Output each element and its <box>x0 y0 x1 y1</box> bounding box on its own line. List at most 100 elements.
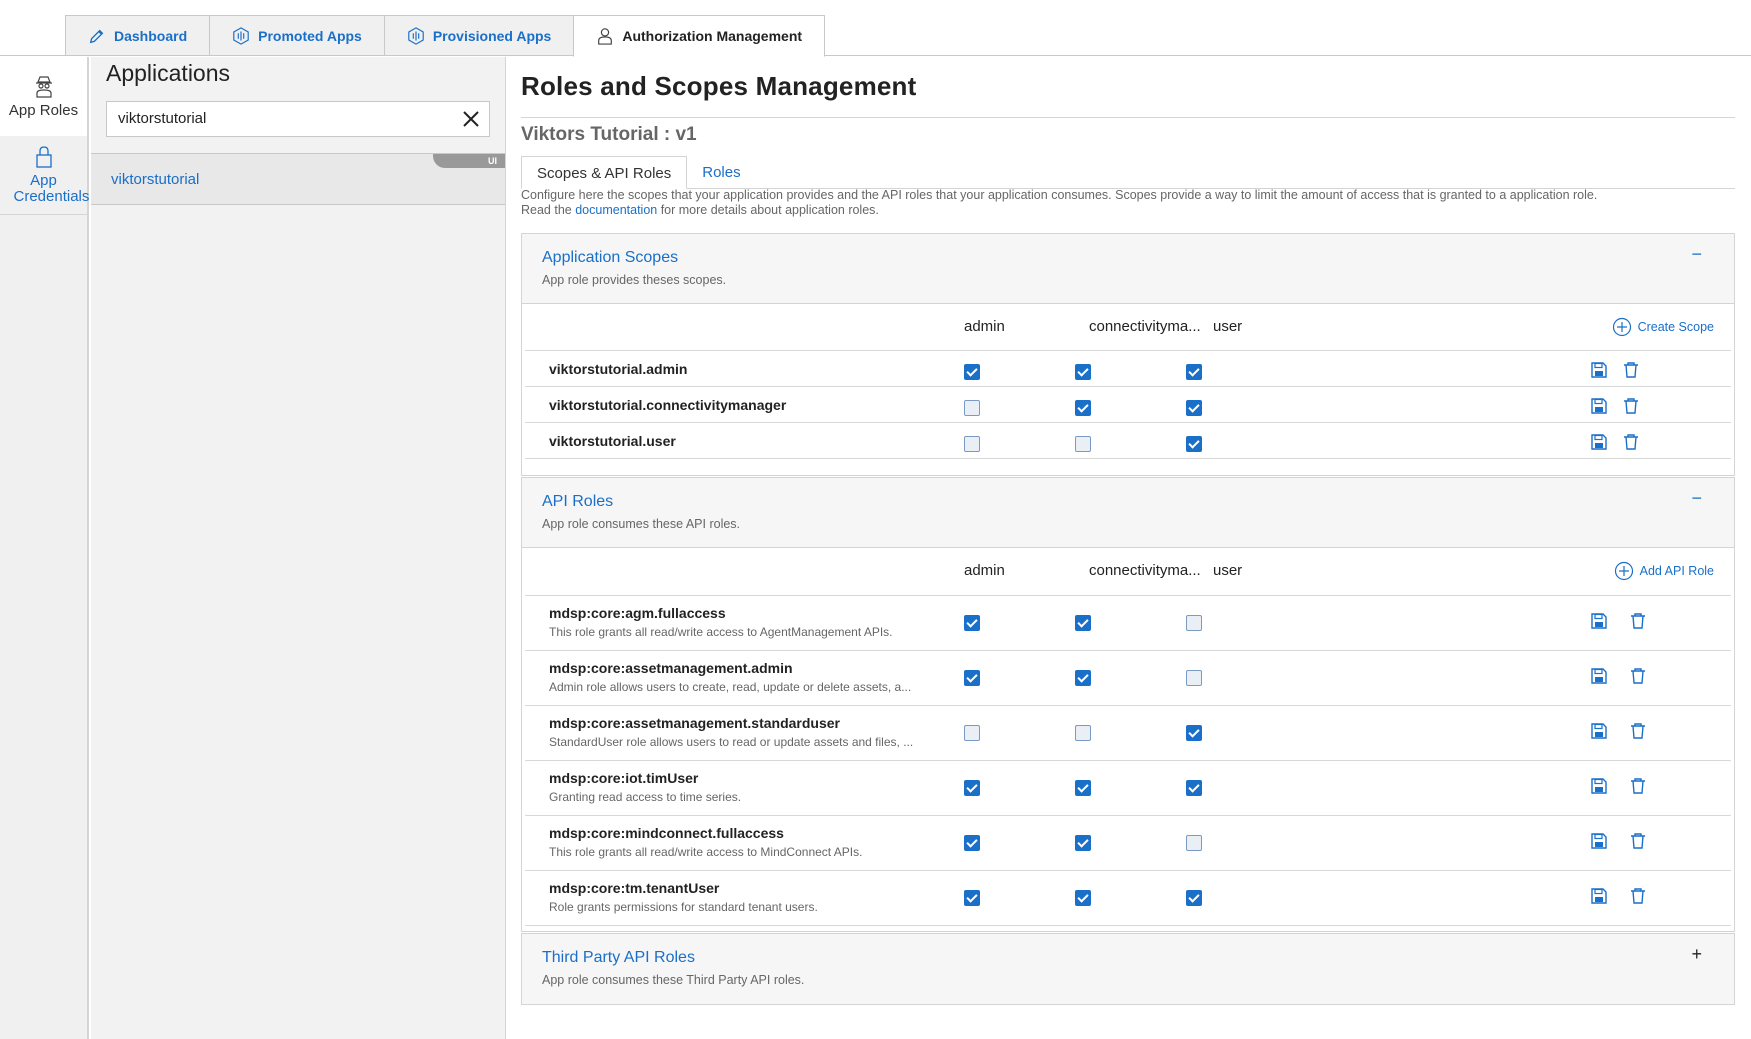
documentation-link[interactable]: documentation <box>575 203 657 217</box>
trash-icon[interactable] <box>1622 433 1640 451</box>
checkbox-admin[interactable] <box>964 400 980 416</box>
collapse-button[interactable]: − <box>1691 488 1702 509</box>
checkbox-user[interactable] <box>1186 725 1202 741</box>
save-icon[interactable] <box>1590 777 1608 795</box>
application-list-item[interactable]: UI viktorstutorial <box>91 153 505 205</box>
column-header-connectivitymanager: connectivityma... <box>1089 318 1201 335</box>
checkbox-user[interactable] <box>1186 780 1202 796</box>
intro-read: Read the <box>521 203 576 217</box>
nav-app-roles[interactable]: App Roles <box>0 57 87 136</box>
intro-text: Configure here the scopes that your appl… <box>521 188 1735 218</box>
trash-icon[interactable] <box>1629 777 1647 795</box>
checkbox-admin[interactable] <box>964 364 980 380</box>
trash-icon[interactable] <box>1622 361 1640 379</box>
save-icon[interactable] <box>1590 722 1608 740</box>
section-header: Third Party API Roles App role consumes … <box>522 934 1734 1004</box>
checkbox-user[interactable] <box>1186 835 1202 851</box>
save-icon[interactable] <box>1590 433 1608 451</box>
checkbox-connectivitymanager[interactable] <box>1075 400 1091 416</box>
save-icon[interactable] <box>1590 887 1608 905</box>
tab-promoted-apps[interactable]: Promoted Apps <box>209 15 384 56</box>
checkbox-user[interactable] <box>1186 615 1202 631</box>
role-name: viktorstutorial.admin <box>549 361 688 377</box>
close-icon[interactable] <box>461 109 481 129</box>
checkbox-admin[interactable] <box>964 725 980 741</box>
checkbox-connectivitymanager[interactable] <box>1075 890 1091 906</box>
tab-roles[interactable]: Roles <box>687 156 755 189</box>
checkbox-admin[interactable] <box>964 436 980 452</box>
trash-icon[interactable] <box>1629 832 1647 850</box>
search-value: viktorstutorial <box>118 110 207 127</box>
add-api-role-button[interactable]: Add API Role <box>1614 561 1714 581</box>
role-description: This role grants all read/write access t… <box>549 845 863 859</box>
checkbox-user[interactable] <box>1186 436 1202 452</box>
checkbox-admin[interactable] <box>964 615 980 631</box>
checkbox-user[interactable] <box>1186 400 1202 416</box>
checkbox-connectivitymanager[interactable] <box>1075 436 1091 452</box>
trash-icon[interactable] <box>1629 887 1647 905</box>
save-icon[interactable] <box>1590 832 1608 850</box>
spy-user-icon <box>35 75 52 98</box>
checkbox-admin[interactable] <box>964 890 980 906</box>
save-icon[interactable] <box>1590 612 1608 630</box>
column-header-admin: admin <box>964 562 1005 579</box>
intro-after: for more details about application roles… <box>657 203 879 217</box>
checkbox-connectivitymanager[interactable] <box>1075 835 1091 851</box>
nav-label: App Credentials <box>13 172 90 205</box>
tab-label: Dashboard <box>114 27 188 44</box>
checkbox-connectivitymanager[interactable] <box>1075 364 1091 380</box>
role-description: Role grants permissions for standard ten… <box>549 900 818 914</box>
divider <box>521 117 1735 118</box>
role-name: mdsp:core:tm.tenantUser <box>549 880 720 896</box>
role-name: mdsp:core:mindconnect.fullaccess <box>549 825 784 841</box>
role-name: viktorstutorial.user <box>549 433 676 449</box>
table-row: viktorstutorial.connectivitymanager <box>525 387 1731 423</box>
checkbox-user[interactable] <box>1186 364 1202 380</box>
nav-app-credentials[interactable]: App Credentials <box>0 136 90 215</box>
trash-icon[interactable] <box>1629 612 1647 630</box>
save-icon[interactable] <box>1590 397 1608 415</box>
user-icon <box>598 28 613 45</box>
tab-label: Provisioned Apps <box>432 27 552 44</box>
checkbox-connectivitymanager[interactable] <box>1075 615 1091 631</box>
expand-button[interactable]: + <box>1691 944 1702 965</box>
save-icon[interactable] <box>1590 361 1608 379</box>
tab-dashboard[interactable]: Dashboard <box>65 15 210 56</box>
table-row: mdsp:core:iot.timUser Granting read acces… <box>525 761 1731 816</box>
tab-label: Promoted Apps <box>258 27 362 44</box>
trash-icon[interactable] <box>1629 722 1647 740</box>
table-row: mdsp:core:agm.fullaccess This role grants… <box>525 596 1731 651</box>
tab-scopes-api-roles[interactable]: Scopes & API Roles <box>521 156 688 189</box>
create-scope-button[interactable]: Create Scope <box>1612 317 1714 337</box>
app-subtitle: Viktors Tutorial : v1 <box>521 124 697 145</box>
checkbox-admin[interactable] <box>964 780 980 796</box>
left-nav: App Roles App Credentials <box>0 57 89 1039</box>
section-description: App role consumes these Third Party API … <box>542 973 805 987</box>
page-title: Roles and Scopes Management <box>521 71 917 101</box>
top-tabbar: Dashboard Promoted Apps Provisioned Apps… <box>0 0 1751 57</box>
save-icon[interactable] <box>1590 667 1608 685</box>
trash-icon[interactable] <box>1629 667 1647 685</box>
ui-badge: UI <box>433 154 505 168</box>
lock-icon <box>35 146 52 168</box>
tab-provisioned-apps[interactable]: Provisioned Apps <box>383 15 574 56</box>
column-header-connectivitymanager: connectivityma... <box>1089 562 1201 579</box>
checkbox-user[interactable] <box>1186 890 1202 906</box>
checkbox-connectivitymanager[interactable] <box>1075 670 1091 686</box>
subtabs: Scopes & API Roles Roles <box>521 156 756 189</box>
application-search-input[interactable]: viktorstutorial <box>106 101 490 137</box>
tab-authorization-management[interactable]: Authorization Management <box>573 15 826 57</box>
role-name: mdsp:core:iot.timUser <box>549 770 699 786</box>
role-description: Admin role allows users to create, read,… <box>549 680 912 694</box>
collapse-button[interactable]: − <box>1691 244 1702 265</box>
checkbox-connectivitymanager[interactable] <box>1075 725 1091 741</box>
checkbox-user[interactable] <box>1186 670 1202 686</box>
trash-icon[interactable] <box>1622 397 1640 415</box>
checkbox-admin[interactable] <box>964 835 980 851</box>
role-name: viktorstutorial.connectivitymanager <box>549 397 787 413</box>
application-scopes-section: Application Scopes App role provides the… <box>521 233 1735 476</box>
checkbox-admin[interactable] <box>964 670 980 686</box>
pencil-icon <box>89 29 104 43</box>
checkbox-connectivitymanager[interactable] <box>1075 780 1091 796</box>
main-content: Roles and Scopes Management Viktors Tuto… <box>521 57 1735 1039</box>
